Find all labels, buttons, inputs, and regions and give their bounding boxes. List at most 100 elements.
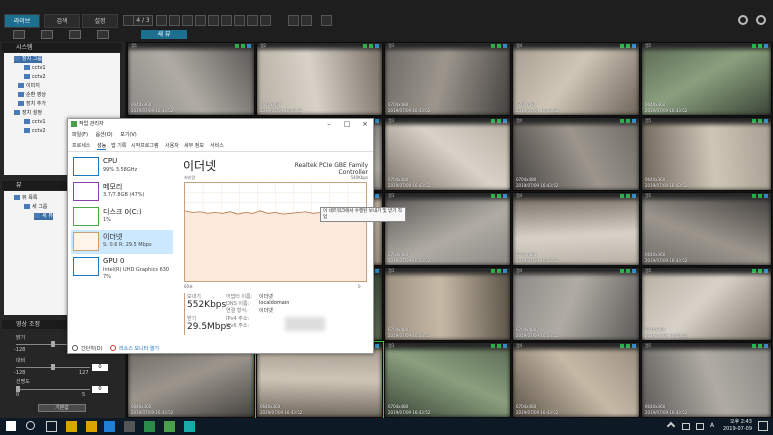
- camera-status-icon[interactable]: [626, 344, 630, 348]
- camera-record-icon[interactable]: [375, 344, 379, 348]
- layout-custom-icon[interactable]: [234, 15, 245, 26]
- contrast-value[interactable]: 0: [92, 364, 108, 371]
- tab-search[interactable]: 검색: [44, 14, 80, 28]
- perf-item-cpu[interactable]: CPU 99% 3.58GHz: [71, 155, 173, 179]
- camera-status-icon[interactable]: [626, 119, 630, 123]
- camera-status-icon[interactable]: [491, 269, 495, 273]
- tree-item-cctv2-settings[interactable]: cctv2: [24, 128, 46, 135]
- default-button[interactable]: 기본값: [38, 404, 86, 412]
- camera-record-icon[interactable]: [632, 194, 636, 198]
- search-icon[interactable]: [26, 421, 35, 430]
- camera-record-icon[interactable]: [764, 44, 768, 48]
- map-icon[interactable]: [69, 30, 81, 39]
- ime-icon[interactable]: A: [710, 422, 718, 430]
- camera-tile[interactable]: 캠3 0704x480 2019/07/09 16:43:52: [384, 267, 511, 341]
- camera-status-icon[interactable]: [752, 269, 756, 273]
- chevron-up-icon[interactable]: [72, 345, 78, 351]
- camera-status-icon[interactable]: [620, 344, 624, 348]
- volume-icon[interactable]: [696, 423, 704, 430]
- camera-tile[interactable]: 캠4 0704x480 2019/07/09 16:43:52: [512, 42, 640, 116]
- camera-record-icon[interactable]: [632, 269, 636, 273]
- contrast-knob[interactable]: [51, 364, 55, 370]
- tab-settings[interactable]: 설정: [82, 14, 118, 28]
- camera-record-icon[interactable]: [503, 44, 507, 48]
- sharpness-slider[interactable]: [16, 389, 90, 390]
- camera-status-icon[interactable]: [497, 44, 501, 48]
- camera-tile[interactable]: 캠4 0704x480 2019/07/09 16:43:52: [512, 117, 640, 191]
- camera-status-icon[interactable]: [369, 44, 373, 48]
- camera-status-icon[interactable]: [235, 44, 239, 48]
- layout-4x4-icon[interactable]: [195, 15, 206, 26]
- tree-item-device-group[interactable]: 장치 그룹: [14, 56, 42, 63]
- notification-icon[interactable]: [758, 421, 768, 431]
- camera-record-icon[interactable]: [503, 344, 507, 348]
- layout-1x1-icon[interactable]: [156, 15, 167, 26]
- camera-tile[interactable]: 캠4 0704x480 2019/07/09 16:43:52: [512, 342, 640, 418]
- camera-record-icon[interactable]: [632, 44, 636, 48]
- camera-status-icon[interactable]: [620, 44, 624, 48]
- layout-6x6-icon[interactable]: [221, 15, 232, 26]
- camera-status-icon[interactable]: [491, 119, 495, 123]
- layout-2x2-icon[interactable]: [169, 15, 180, 26]
- camera-tile[interactable]: 캠10640x3602019/07/09 16:43:52: [127, 42, 255, 116]
- tab-users[interactable]: 사용자: [165, 142, 179, 149]
- camera-status-icon[interactable]: [497, 194, 501, 198]
- tab-processes[interactable]: 프로세스: [72, 142, 90, 149]
- fullscreen-icon[interactable]: [288, 15, 299, 26]
- camera-status-icon[interactable]: [752, 44, 756, 48]
- camera-tile[interactable]: 캠5 0640x360 2019/07/09 16:43:52: [641, 117, 772, 191]
- sharpness-value[interactable]: 0: [92, 386, 108, 393]
- camera-status-icon[interactable]: [626, 269, 630, 273]
- event-icon[interactable]: [97, 30, 109, 39]
- camera-status-icon[interactable]: [497, 119, 501, 123]
- task-view-icon[interactable]: [46, 421, 57, 432]
- camera-status-icon[interactable]: [758, 44, 762, 48]
- layout-5x5-icon[interactable]: [208, 15, 219, 26]
- viewer-icon[interactable]: [184, 421, 195, 432]
- camera-status-icon[interactable]: [752, 194, 756, 198]
- camera-tile[interactable]: 캠5 0640x360 2019/07/09 16:43:52: [641, 267, 772, 341]
- camera-tile[interactable]: 캠5 0640x360 2019/07/09 16:43:52: [641, 342, 772, 418]
- layout-3x3-icon[interactable]: [182, 15, 193, 26]
- camera-status-icon[interactable]: [620, 119, 624, 123]
- camera-record-icon[interactable]: [247, 44, 251, 48]
- camera-status-icon[interactable]: [620, 269, 624, 273]
- tree-item-cctv2[interactable]: cctv2: [24, 74, 46, 81]
- layout-dropdown-icon[interactable]: [260, 15, 271, 26]
- camera-status-icon[interactable]: [497, 344, 501, 348]
- taskbar-clock[interactable]: 오후 2:43 2019-07-09: [720, 419, 752, 433]
- tree-item-device-settings[interactable]: 장치 설정: [14, 110, 42, 117]
- tree-item-cctv1-settings[interactable]: cctv1: [24, 119, 46, 126]
- camera-tile[interactable]: 캠3 0704x480 2019/07/09 16:43:52: [384, 42, 511, 116]
- camera-status-icon[interactable]: [241, 44, 245, 48]
- brightness-knob[interactable]: [51, 341, 55, 347]
- camera-status-icon[interactable]: [497, 269, 501, 273]
- file-explorer-icon[interactable]: [66, 421, 77, 432]
- camera-tile[interactable]: 캠4 0704x480 2019/07/09 16:43:52: [512, 267, 640, 341]
- maximize-icon[interactable]: □: [338, 119, 356, 129]
- view-tab[interactable]: 새 뷰: [141, 30, 187, 39]
- camera-record-icon[interactable]: [375, 194, 379, 198]
- camera-status-icon[interactable]: [491, 194, 495, 198]
- tree-item-sequence[interactable]: 순환 영상: [18, 92, 46, 99]
- camera-status-icon[interactable]: [758, 119, 762, 123]
- camera-status-icon[interactable]: [620, 194, 624, 198]
- tree-item-image[interactable]: 이미지: [18, 83, 40, 90]
- camera-record-icon[interactable]: [503, 194, 507, 198]
- camera-record-icon[interactable]: [375, 44, 379, 48]
- camera-record-icon[interactable]: [375, 269, 379, 273]
- camera-tile[interactable]: 캠3 0704x480 2019/07/09 16:43:52: [384, 192, 511, 266]
- tree-item-cctv1[interactable]: cctv1: [24, 65, 46, 72]
- camera-status-icon[interactable]: [626, 194, 630, 198]
- layout-wide-icon[interactable]: [247, 15, 258, 26]
- camera-status-icon[interactable]: [752, 344, 756, 348]
- camera-tile[interactable]: 캠3 0704x480 2019/07/09 16:43:52: [384, 342, 511, 418]
- tab-live[interactable]: 라이브: [4, 14, 40, 28]
- camera-record-icon[interactable]: [632, 119, 636, 123]
- network-icon[interactable]: [682, 423, 690, 430]
- tab-details[interactable]: 세부 정보: [184, 142, 204, 149]
- camera-status-icon[interactable]: [758, 344, 762, 348]
- camera-record-icon[interactable]: [503, 269, 507, 273]
- camera-status-icon[interactable]: [491, 44, 495, 48]
- tab-app-history[interactable]: 앱 기록: [111, 142, 126, 149]
